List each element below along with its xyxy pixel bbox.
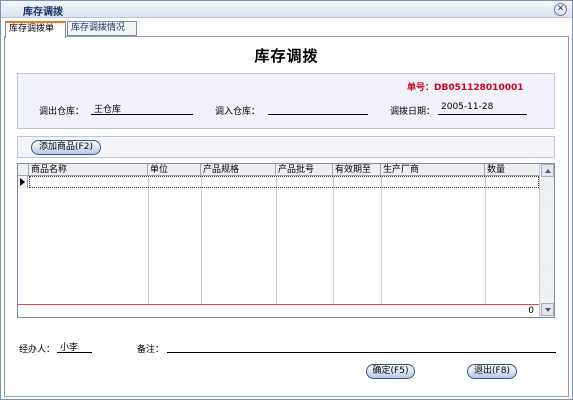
grid-footer-divider — [18, 304, 539, 305]
column-header[interactable]: 数量 — [485, 164, 539, 176]
confirm-button[interactable]: 确定(F5) — [366, 364, 415, 379]
from-warehouse-label: 调出仓库： — [39, 107, 85, 117]
column-header[interactable]: 商品名称 — [29, 164, 148, 176]
transfer-date-label: 调拨日期： — [390, 107, 436, 117]
add-product-button[interactable]: 添加商品(F2) — [31, 140, 101, 155]
page-title: 库存调拨 — [254, 47, 319, 65]
row-pointer-icon — [20, 178, 25, 186]
tab-transfer-order[interactable]: 库存调拨单 — [5, 21, 66, 38]
tab-transfer-status[interactable]: 库存调拨情况 — [67, 21, 137, 36]
vertical-scrollbar[interactable] — [539, 164, 554, 317]
quantity-total: 0 — [528, 306, 534, 316]
close-icon[interactable]: ✕ — [554, 3, 567, 16]
column-divider — [148, 176, 149, 304]
remark-label: 备注： — [137, 345, 165, 355]
scroll-up-button[interactable] — [541, 164, 554, 177]
column-header[interactable]: 有效期至 — [333, 164, 381, 176]
column-divider — [381, 176, 382, 304]
doc-number: 单号：DB051128010001 — [407, 80, 524, 93]
exit-button[interactable]: 退出(F8) — [467, 364, 517, 379]
grid-toolbar: 添加商品(F2) — [17, 136, 555, 158]
from-warehouse-field[interactable]: 王仓库 — [91, 102, 193, 115]
remark-field[interactable] — [167, 340, 556, 353]
row-selector[interactable] — [18, 176, 28, 188]
arrow-up-icon — [545, 169, 551, 173]
doc-number-value: DB051128010001 — [434, 83, 524, 93]
transfer-date-field[interactable]: 2005-11-28 — [438, 102, 527, 115]
column-divider — [333, 176, 334, 304]
grid-header: 商品名称 单位 产品规格 产品批号 有效期至 生产厂商 数量 — [18, 164, 539, 176]
arrow-down-icon — [545, 308, 551, 312]
handler-field[interactable]: 小李 — [57, 340, 92, 353]
column-header[interactable]: 单位 — [148, 164, 201, 176]
title-bar[interactable]: 库存调拨 ✕ — [1, 1, 572, 18]
column-divider — [485, 176, 486, 304]
column-header[interactable]: 产品规格 — [201, 164, 276, 176]
column-divider — [201, 176, 202, 304]
column-divider — [276, 176, 277, 304]
product-grid: 商品名称 单位 产品规格 产品批号 有效期至 生产厂商 数量 0 — [17, 163, 555, 318]
window-title: 库存调拨 — [23, 7, 63, 18]
handler-label: 经办人： — [19, 345, 56, 355]
column-header[interactable]: 生产厂商 — [381, 164, 485, 176]
column-header[interactable]: 产品批号 — [276, 164, 333, 176]
to-warehouse-label: 调入仓库： — [215, 107, 261, 117]
grid-corner — [18, 164, 29, 176]
to-warehouse-field[interactable] — [268, 102, 368, 115]
scroll-down-button[interactable] — [541, 303, 554, 316]
main-window: 库存调拨 ✕ 库存调拨单 库存调拨情况 库存调拨 单号：DB0511280100… — [0, 0, 573, 400]
scroll-track[interactable] — [541, 178, 554, 302]
doc-number-label: 单号： — [407, 83, 435, 93]
table-row[interactable] — [29, 176, 539, 188]
